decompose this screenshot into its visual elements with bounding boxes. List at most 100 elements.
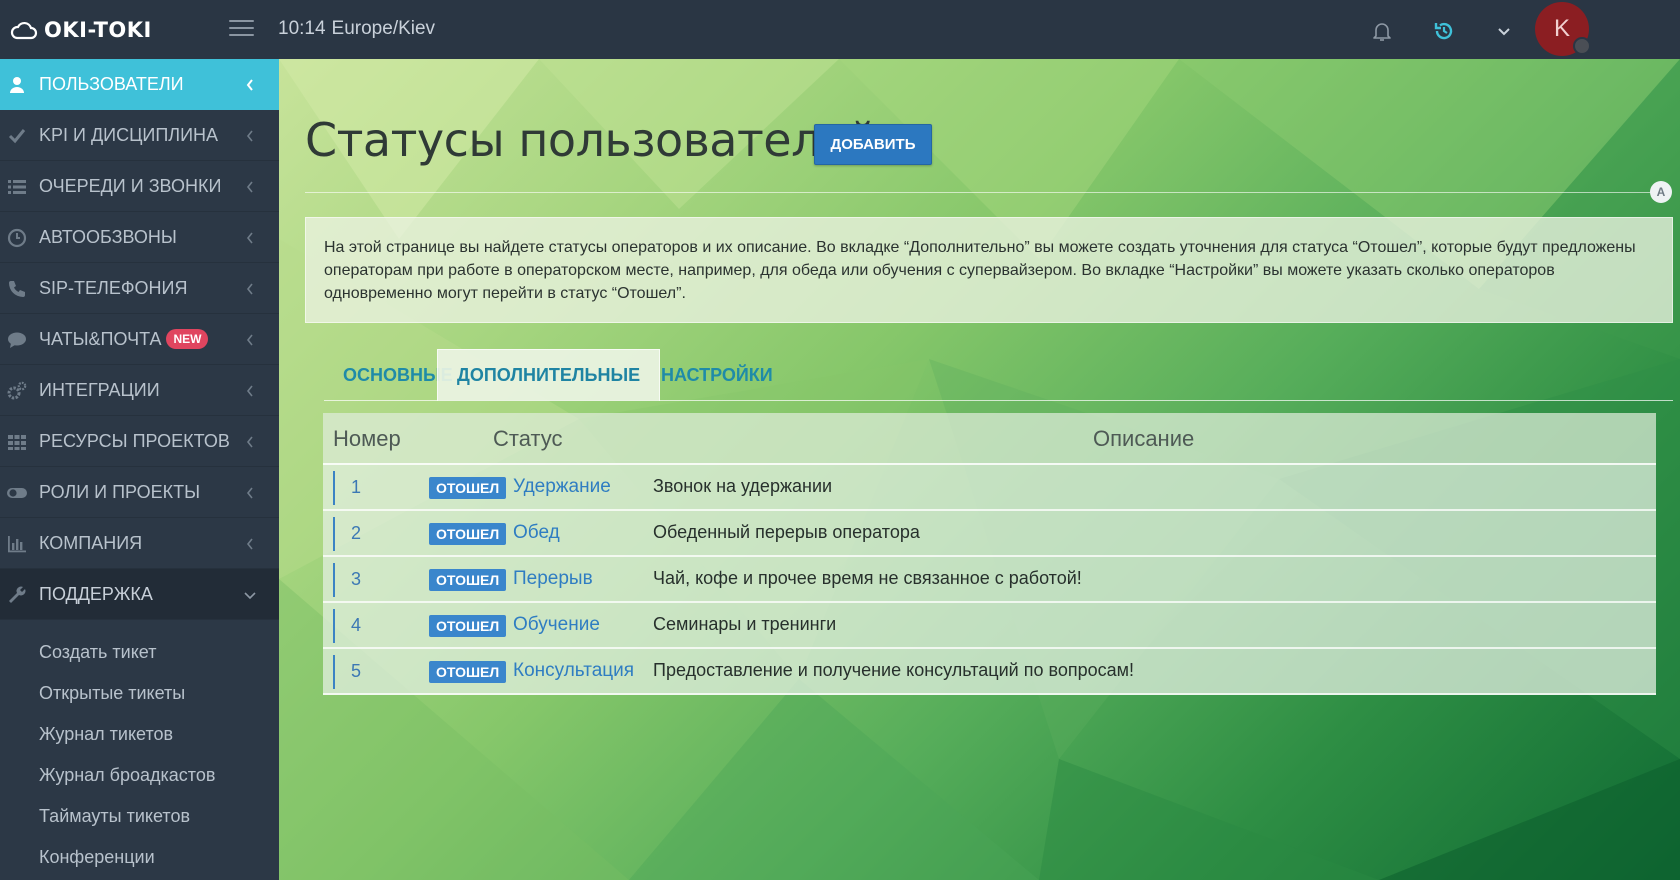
chevron-left-icon — [246, 283, 253, 295]
tab-additional[interactable]: ДОПОЛНИТЕЛЬНЫЕ — [437, 349, 661, 401]
submenu-ticket-timeouts[interactable]: Таймауты тикетов — [0, 796, 279, 837]
header-status: Статус — [493, 426, 563, 451]
status-link[interactable]: Перерыв — [513, 568, 593, 590]
status-badge: ОТОШЕЛ — [429, 615, 507, 637]
sidebar-item-sip[interactable]: SIP-ТЕЛЕФОНИЯ — [0, 263, 279, 314]
table-header: Номер Статус Описание — [323, 413, 1656, 465]
top-bar: OKI-TOKI 10:14 Europe/Kiev K — [0, 0, 1680, 59]
row-description: Обеденный перерыв оператора — [653, 522, 920, 542]
status-badge: ОТОШЕЛ — [429, 477, 507, 499]
new-badge: NEW — [166, 329, 209, 349]
list-icon — [8, 180, 26, 194]
divider — [305, 192, 1657, 193]
sidebar-item-label: SIP-ТЕЛЕФОНИЯ — [39, 278, 188, 298]
phone-icon — [9, 281, 25, 297]
sidebar: ПОЛЬЗОВАТЕЛИ KPI И ДИСЦИПЛИНА ОЧЕРЕДИ И … — [0, 59, 279, 880]
header-description: Описание — [1093, 426, 1195, 451]
sidebar-item-roles[interactable]: РОЛИ И ПРОЕКТЫ — [0, 467, 279, 518]
clock-timezone: Europe/Kiev — [331, 18, 436, 39]
sidebar-item-chats[interactable]: ЧАТЫ&ПОЧТА NEW — [0, 314, 279, 365]
main-content: Статусы пользователей ДОБАВИТЬ A На этой… — [279, 59, 1680, 880]
page-title: Статусы пользователей — [305, 113, 878, 167]
presence-dot — [1573, 37, 1591, 55]
cloud-icon — [10, 21, 38, 40]
sidebar-item-label: ЧАТЫ&ПОЧТА NEW — [39, 329, 209, 350]
row-description: Звонок на удержании — [653, 476, 833, 496]
row-description: Чай, кофе и прочее время не связанное с … — [653, 568, 1082, 588]
avatar-letter: K — [1553, 15, 1570, 42]
status-link[interactable]: Удержание — [513, 476, 611, 498]
sidebar-item-resources[interactable]: РЕСУРСЫ ПРОЕКТОВ — [0, 416, 279, 467]
row-number: 3 — [351, 569, 362, 589]
wrench-icon — [9, 586, 26, 603]
row-number: 1 — [351, 477, 362, 497]
sidebar-item-queues[interactable]: ОЧЕРЕДИ И ЗВОНКИ — [0, 161, 279, 212]
chevron-left-icon — [246, 436, 253, 448]
sidebar-item-label: ОЧЕРЕДИ И ЗВОНКИ — [39, 176, 222, 196]
info-panel: На этой странице вы найдете статусы опер… — [305, 217, 1673, 323]
row-description: Предоставление и получение консультаций … — [653, 660, 1134, 680]
sidebar-item-label: ИНТЕГРАЦИИ — [39, 380, 160, 400]
chevron-left-icon — [246, 181, 253, 193]
gears-icon — [7, 381, 27, 400]
check-icon — [8, 129, 26, 144]
sidebar-item-label: КОМПАНИЯ — [39, 533, 143, 553]
submenu-open-tickets[interactable]: Открытые тикеты — [0, 673, 279, 714]
chat-icon — [8, 332, 26, 348]
table-row[interactable]: 2 ОТОШЕЛ Обед Обеденный перерыв оператор… — [323, 511, 1656, 557]
status-link[interactable]: Обед — [513, 522, 560, 544]
chevron-down-icon[interactable] — [1496, 24, 1512, 38]
clock-time: 10:14 — [278, 18, 326, 39]
chevron-left-icon — [246, 538, 253, 550]
logo-text: OKI-TOKI — [44, 18, 152, 42]
row-number: 4 — [351, 615, 362, 635]
bar-chart-icon — [8, 536, 26, 553]
toggle-icon — [7, 488, 27, 498]
sidebar-item-users[interactable]: ПОЛЬЗОВАТЕЛИ — [0, 59, 279, 110]
grid-icon — [8, 435, 26, 450]
status-link[interactable]: Обучение — [513, 614, 600, 636]
sidebar-item-kpi[interactable]: KPI И ДИСЦИПЛИНА — [0, 110, 279, 161]
bell-icon[interactable] — [1370, 19, 1394, 43]
logo[interactable]: OKI-TOKI — [10, 16, 152, 44]
status-badge: ОТОШЕЛ — [429, 523, 507, 545]
table-row[interactable]: 1 ОТОШЕЛ Удержание Звонок на удержании — [323, 465, 1656, 511]
submenu-conferences[interactable]: Конференции — [0, 837, 279, 878]
chevron-left-icon — [246, 130, 253, 142]
status-link[interactable]: Консультация — [513, 660, 634, 682]
sidebar-item-support[interactable]: ПОДДЕРЖКА — [0, 569, 279, 620]
status-badge: ОТОШЕЛ — [429, 661, 507, 683]
add-button[interactable]: ДОБАВИТЬ — [814, 124, 932, 165]
submenu-ticket-log[interactable]: Журнал тикетов — [0, 714, 279, 755]
a-badge[interactable]: A — [1650, 181, 1672, 203]
sidebar-item-label: KPI И ДИСЦИПЛИНА — [39, 125, 219, 145]
user-icon — [10, 77, 24, 93]
table-row[interactable]: 4 ОТОШЕЛ Обучение Семинары и тренинги — [323, 603, 1656, 649]
sidebar-item-company[interactable]: КОМПАНИЯ — [0, 518, 279, 569]
table-row[interactable]: 3 ОТОШЕЛ Перерыв Чай, кофе и прочее врем… — [323, 557, 1656, 603]
sidebar-item-label: АВТООБЗВОНЫ — [39, 227, 177, 247]
row-description: Семинары и тренинги — [653, 614, 837, 634]
history-icon[interactable] — [1432, 19, 1456, 43]
table-row[interactable]: 5 ОТОШЕЛ Консультация Предоставление и п… — [323, 649, 1656, 695]
row-number: 2 — [351, 523, 362, 543]
sidebar-item-label: РЕСУРСЫ ПРОЕКТОВ — [39, 431, 230, 451]
submenu-create-ticket[interactable]: Создать тикет — [0, 632, 279, 673]
row-number: 5 — [351, 661, 362, 681]
sidebar-item-label: ПОДДЕРЖКА — [39, 584, 153, 604]
chevron-left-icon — [246, 334, 253, 346]
tabs: ОСНОВНЫЕ ДОПОЛНИТЕЛЬНЫЕ НАСТРОЙКИ — [324, 349, 1673, 401]
sidebar-item-label: РОЛИ И ПРОЕКТЫ — [39, 482, 201, 502]
avatar[interactable]: K — [1535, 2, 1591, 56]
clock: 10:14 Europe/Kiev — [278, 18, 435, 40]
chevron-left-icon — [246, 79, 253, 91]
support-submenu: Создать тикет Открытые тикеты Журнал тик… — [0, 620, 279, 878]
sidebar-item-label: ПОЛЬЗОВАТЕЛИ — [39, 74, 184, 94]
sidebar-item-autodial[interactable]: АВТООБЗВОНЫ — [0, 212, 279, 263]
clock-icon — [7, 228, 27, 248]
menu-toggle-icon[interactable] — [229, 20, 254, 38]
header-number: Номер — [333, 426, 401, 451]
tab-settings[interactable]: НАСТРОЙКИ — [642, 349, 792, 401]
submenu-broadcast-log[interactable]: Журнал броадкастов — [0, 755, 279, 796]
sidebar-item-integrations[interactable]: ИНТЕГРАЦИИ — [0, 365, 279, 416]
